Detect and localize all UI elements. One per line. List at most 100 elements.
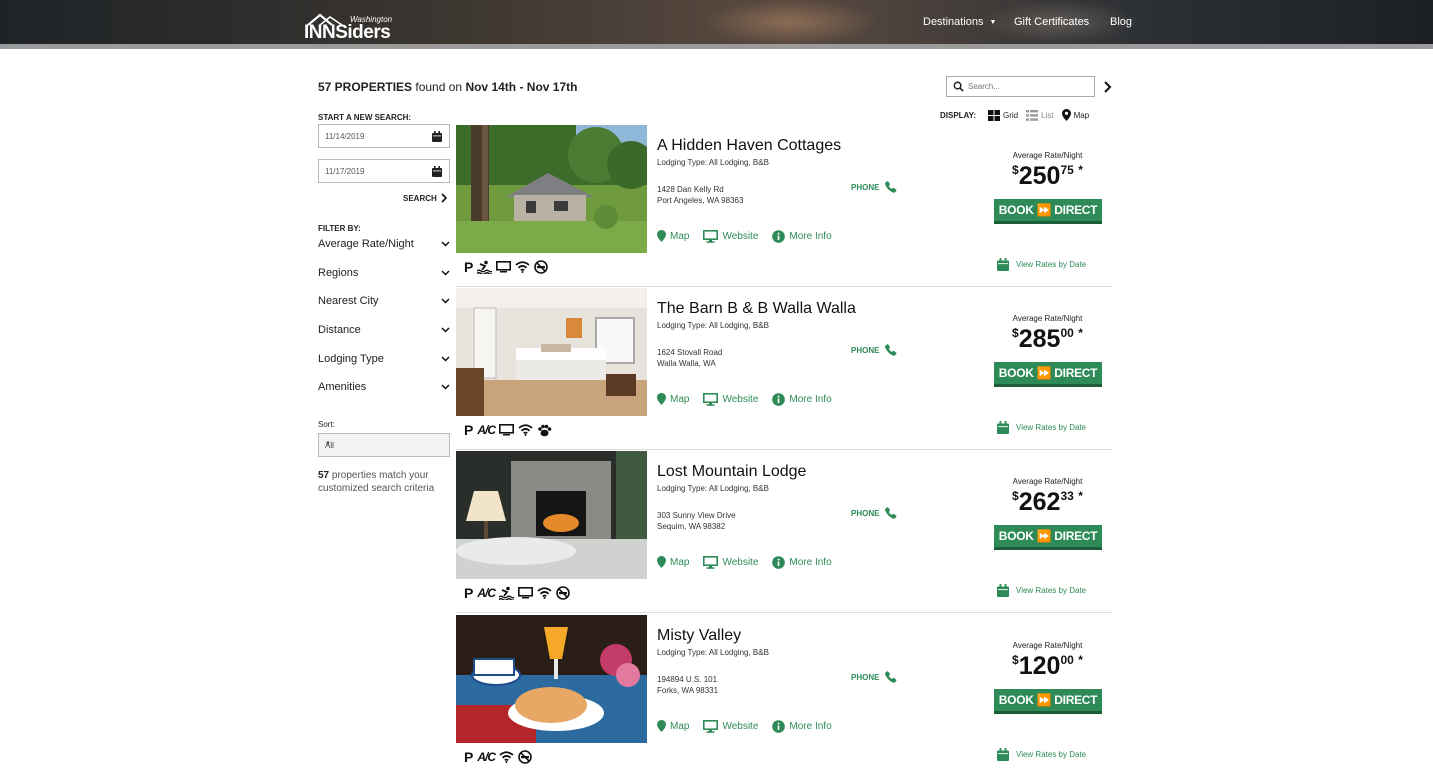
chevron-down-icon xyxy=(441,327,450,333)
map-link[interactable]: Map xyxy=(657,230,689,242)
map-link[interactable]: Map xyxy=(657,393,689,405)
map-link-label: Map xyxy=(670,393,690,405)
view-rates-label: View Rates by Date xyxy=(1016,586,1087,595)
display-list-label: List xyxy=(1041,110,1054,120)
map-link-label: Map xyxy=(670,230,690,242)
phone-link[interactable]: PHONE xyxy=(851,342,899,358)
listing-address: 194894 U.S. 101 Forks, WA 98331 xyxy=(657,674,718,696)
logo-text: INNSiders xyxy=(304,22,391,43)
nav-destinations[interactable]: Destinations ▼ xyxy=(923,16,996,28)
listing-address: 1428 Dan Kelly Rd Port Angeles, WA 98363 xyxy=(657,184,743,206)
map-link[interactable]: Map xyxy=(657,556,689,568)
phone-link[interactable]: PHONE xyxy=(851,179,899,195)
address-line-1: 1624 Stovall Road xyxy=(657,348,723,357)
pets-icon xyxy=(538,424,552,436)
listing-photo[interactable] xyxy=(456,288,647,416)
listing-name[interactable]: Misty Valley xyxy=(657,627,741,645)
filter-label: Regions xyxy=(318,267,359,279)
search-button[interactable]: SEARCH xyxy=(403,193,447,203)
nav-blog[interactable]: Blog xyxy=(1110,16,1132,28)
map-link-label: Map xyxy=(670,720,690,732)
filter-nearest-city[interactable]: Nearest City xyxy=(318,295,450,309)
book-direct-button[interactable]: BOOK ⏩ DIRECT xyxy=(994,525,1102,550)
header-divider xyxy=(0,44,1433,49)
results-summary: 57 PROPERTIES found on Nov 14th - Nov 17… xyxy=(318,80,577,94)
search-input[interactable] xyxy=(968,79,1090,94)
listing-photo[interactable] xyxy=(456,125,647,253)
no-smoking-icon xyxy=(534,260,549,274)
book-direct-button[interactable]: BOOK ⏩ DIRECT xyxy=(994,199,1102,224)
website-link[interactable]: Website xyxy=(703,392,759,406)
price-dollars: 120 xyxy=(1018,652,1061,680)
phone-label: PHONE xyxy=(851,345,880,355)
book-direct-button[interactable]: BOOK ⏩ DIRECT xyxy=(994,689,1102,714)
map-pin-icon xyxy=(657,393,666,405)
nav-destinations-label: Destinations xyxy=(923,16,984,28)
filter-regions[interactable]: Regions xyxy=(318,267,450,281)
display-map-option[interactable]: Map xyxy=(1061,109,1089,121)
view-rates-link[interactable]: View Rates by Date xyxy=(997,258,1086,271)
price-currency: $ xyxy=(1012,489,1019,503)
filter-average-rate[interactable]: Average Rate/Night xyxy=(318,238,450,252)
listing-photo[interactable] xyxy=(456,451,647,579)
rate-label: Average Rate/Night xyxy=(1012,641,1083,650)
price-currency: $ xyxy=(1012,163,1019,177)
price-cents: 00 xyxy=(1060,326,1074,340)
caret-down-icon: ▼ xyxy=(325,441,331,447)
phone-link[interactable]: PHONE xyxy=(851,505,899,521)
map-link[interactable]: Map xyxy=(657,720,689,732)
fireplace-photo xyxy=(456,451,647,579)
view-rates-link[interactable]: View Rates by Date xyxy=(997,748,1086,761)
filter-distance[interactable]: Distance xyxy=(318,324,450,338)
address-line-1: 1428 Dan Kelly Rd xyxy=(657,185,724,194)
nav-gift-certificates[interactable]: Gift Certificates xyxy=(1014,16,1089,28)
more-info-link[interactable]: More Info xyxy=(772,555,832,569)
address-line-1: 194894 U.S. 101 xyxy=(657,675,718,684)
rate-label: Average Rate/Night xyxy=(1012,477,1083,486)
info-icon xyxy=(772,392,786,406)
listing-card: P A/C Lost Mountain Lodge Lodging Type: A… xyxy=(456,451,1112,613)
chevron-right-icon[interactable] xyxy=(1103,81,1113,93)
more-info-link[interactable]: More Info xyxy=(772,229,832,243)
address-line-1: 303 Sunny View Drive xyxy=(657,511,736,520)
filter-amenities[interactable]: Amenities xyxy=(318,381,450,395)
display-grid-option[interactable]: Grid xyxy=(988,109,1018,121)
parking-icon: P xyxy=(464,585,474,601)
book-direct-button[interactable]: BOOK ⏩ DIRECT xyxy=(994,362,1102,387)
website-link-label: Website xyxy=(722,393,759,405)
phone-label: PHONE xyxy=(851,182,880,192)
listing-name[interactable]: The Barn B & B Walla Walla xyxy=(657,300,856,318)
display-list-option[interactable]: List xyxy=(1026,109,1054,121)
price-asterisk: * xyxy=(1078,163,1083,177)
view-rates-link[interactable]: View Rates by Date xyxy=(997,584,1086,597)
website-link[interactable]: Website xyxy=(703,555,758,569)
listing-name[interactable]: A Hidden Haven Cottages xyxy=(657,137,841,155)
listing-price: $12000 * xyxy=(994,652,1101,681)
calendar-icon[interactable] xyxy=(432,166,442,177)
phone-link[interactable]: PHONE xyxy=(851,669,899,685)
results-date-range: Nov 14th - Nov 17th xyxy=(465,80,578,94)
chevron-down-icon xyxy=(441,241,450,247)
info-icon xyxy=(772,719,786,733)
display-toggle: DISPLAY: Grid List Map xyxy=(940,108,1097,122)
more-info-link[interactable]: More Info xyxy=(772,392,832,406)
more-info-link[interactable]: More Info xyxy=(772,719,832,733)
listing-photo[interactable] xyxy=(456,615,647,743)
ac-icon: A/C xyxy=(477,586,496,600)
no-smoking-icon xyxy=(556,586,570,600)
site-logo[interactable]: Washington INNSiders xyxy=(304,12,394,43)
listing-name[interactable]: Lost Mountain Lodge xyxy=(657,463,806,481)
calendar-icon[interactable] xyxy=(432,131,442,142)
listing-price: $28500 * xyxy=(994,325,1101,354)
grid-icon xyxy=(988,109,1001,121)
filter-lodging-type[interactable]: Lodging Type xyxy=(318,353,450,367)
website-link[interactable]: Website xyxy=(703,719,758,733)
website-link[interactable]: Website xyxy=(703,229,758,243)
end-date-input[interactable] xyxy=(325,165,425,177)
start-date-input[interactable] xyxy=(325,130,425,142)
chevron-down-icon xyxy=(441,270,450,276)
sort-select[interactable]: All ▼ xyxy=(318,433,450,457)
view-rates-link[interactable]: View Rates by Date xyxy=(997,421,1086,434)
map-link-label: Map xyxy=(670,556,690,568)
listing-price: $25075 * xyxy=(994,162,1101,191)
